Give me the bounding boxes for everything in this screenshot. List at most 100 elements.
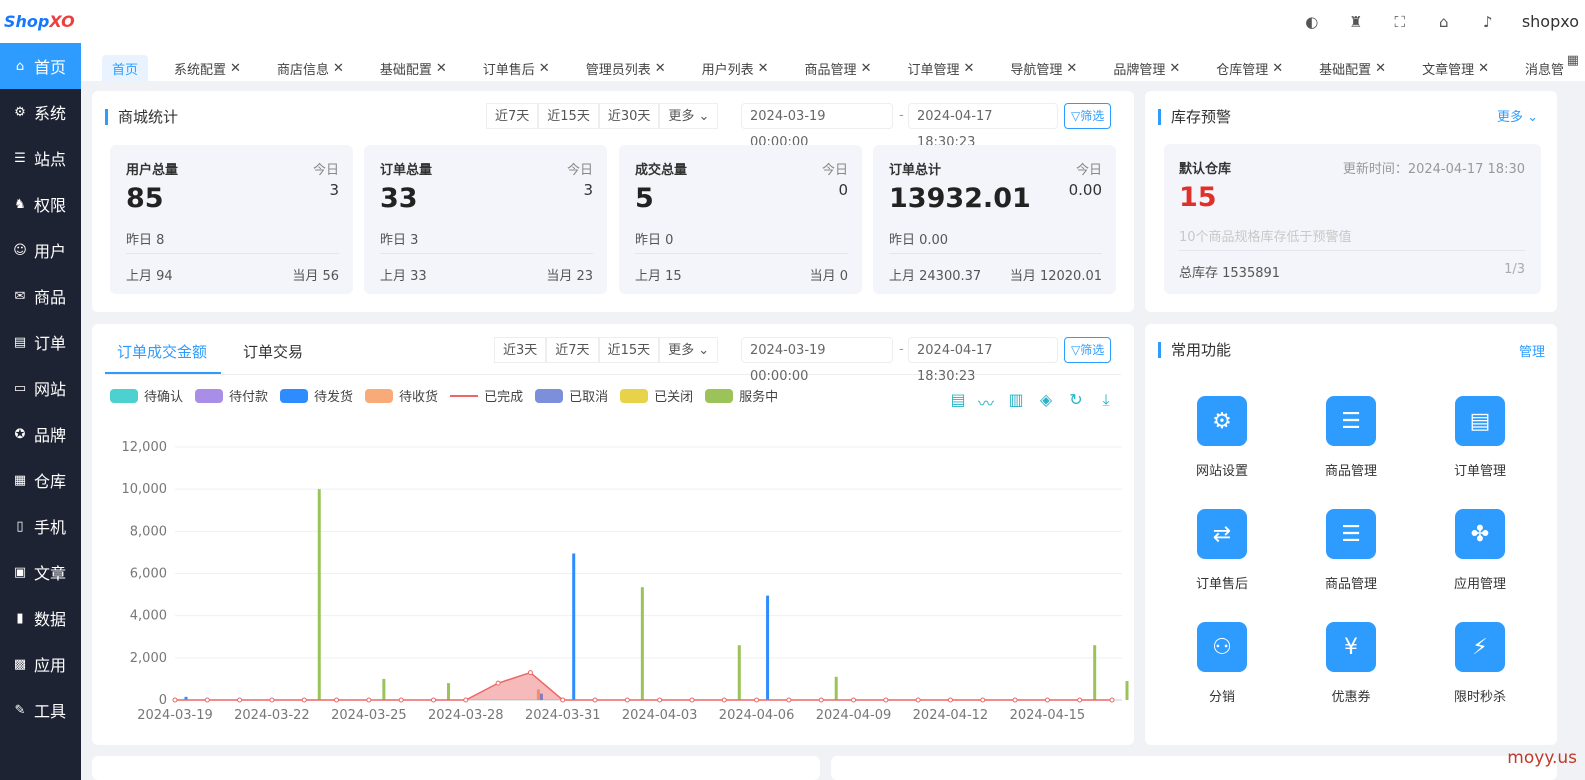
tab-12[interactable]: 基础配置 ✕ [1309, 55, 1396, 81]
func-exchange[interactable]: ⇄ 订单售后 [1172, 509, 1272, 592]
completed-point[interactable] [851, 697, 857, 703]
completed-point[interactable] [624, 697, 630, 703]
logo[interactable]: Shop XO [0, 0, 81, 43]
sidebar-item-9[interactable]: ▦ 仓库 [0, 457, 81, 503]
sidebar-item-1[interactable]: ⚙ 系统 [0, 89, 81, 135]
download-icon[interactable]: ⤓ [1095, 390, 1117, 410]
legend-item[interactable]: 服务中 [705, 386, 778, 405]
bar[interactable] [446, 683, 450, 700]
sidebar-item-11[interactable]: ▣ 文章 [0, 549, 81, 595]
tab-0[interactable]: 首页 [102, 55, 149, 81]
completed-point[interactable] [301, 697, 307, 703]
close-icon[interactable]: ✕ [861, 61, 872, 76]
completed-point[interactable] [172, 697, 178, 703]
func-distribution[interactable]: ⚇ 分销 [1172, 622, 1272, 705]
tab-order-amount[interactable]: 订单成交金额 [117, 341, 207, 362]
close-icon[interactable]: ✕ [1478, 61, 1489, 76]
legend-item[interactable]: 已关闭 [620, 386, 693, 405]
range-7d[interactable]: 近7天 [546, 337, 599, 363]
completed-point[interactable] [689, 697, 695, 703]
range-7d[interactable]: 近7天 [486, 103, 539, 129]
filter-button[interactable]: ▽筛选 [1064, 103, 1112, 129]
palette-icon[interactable]: ◐ [1302, 13, 1322, 31]
chart-filter-button[interactable]: ▽筛选 [1064, 337, 1112, 363]
completed-point[interactable] [398, 697, 404, 703]
tab-6[interactable]: 用户列表 ✕ [692, 55, 779, 81]
chart-start-date-input[interactable]: 2024-03-19 00:00:00 [741, 337, 893, 384]
completed-point[interactable] [495, 680, 501, 686]
fullscreen-icon[interactable]: ⛶ [1390, 13, 1410, 31]
completed-point[interactable] [560, 697, 566, 703]
tab-7[interactable]: 商品管理 ✕ [795, 55, 882, 81]
completed-point[interactable] [947, 697, 953, 703]
completed-point[interactable] [754, 697, 760, 703]
func-order-doc[interactable]: ▤ 订单管理 [1430, 396, 1530, 479]
bar[interactable] [834, 676, 838, 700]
range-3d[interactable]: 近3天 [494, 337, 547, 363]
bar[interactable] [382, 678, 386, 700]
line-icon[interactable]: 〰 [975, 390, 997, 414]
range-more[interactable]: 更多 ⌄ [659, 337, 719, 363]
close-icon[interactable]: ✕ [436, 61, 447, 76]
completed-point[interactable] [334, 697, 340, 703]
sidebar-item-0[interactable]: ⌂ 首页 [0, 43, 81, 89]
completed-point[interactable] [204, 697, 210, 703]
close-icon[interactable]: ✕ [1066, 61, 1077, 76]
bar[interactable] [640, 587, 644, 700]
sidebar-item-10[interactable]: ▯ 手机 [0, 503, 81, 549]
tab-11[interactable]: 仓库管理 ✕ [1206, 55, 1293, 81]
completed-point[interactable] [1077, 697, 1083, 703]
close-icon[interactable]: ✕ [758, 61, 769, 76]
range-30d[interactable]: 近30天 [598, 103, 660, 129]
completed-point[interactable] [980, 697, 986, 703]
bar[interactable] [1125, 681, 1129, 700]
close-icon[interactable]: ✕ [963, 61, 974, 76]
tab-8[interactable]: 订单管理 ✕ [897, 55, 984, 81]
completed-point[interactable] [721, 697, 727, 703]
clear-cache-icon[interactable]: ♜ [1346, 13, 1366, 31]
completed-point[interactable] [786, 697, 792, 703]
sidebar-item-14[interactable]: ✎ 工具 [0, 687, 81, 733]
sidebar-item-7[interactable]: ▭ 网站 [0, 365, 81, 411]
sidebar-item-13[interactable]: ▩ 应用 [0, 641, 81, 687]
tab-1[interactable]: 系统配置 ✕ [164, 55, 251, 81]
sidebar-item-5[interactable]: ✉ 商品 [0, 273, 81, 319]
start-date-input[interactable]: 2024-03-19 00:00:00 [741, 103, 893, 150]
completed-point[interactable] [430, 697, 436, 703]
close-icon[interactable]: ✕ [230, 61, 241, 76]
bar-icon[interactable]: ▥ [1005, 390, 1027, 409]
stack-icon[interactable]: ◈ [1035, 390, 1057, 409]
completed-point[interactable] [366, 697, 372, 703]
func-site-settings[interactable]: ⚙ 网站设置 [1172, 396, 1272, 479]
completed-point[interactable] [818, 697, 824, 703]
manage-link[interactable]: 管理 [1519, 341, 1545, 360]
tab-3[interactable]: 基础配置 ✕ [370, 55, 457, 81]
sidebar-item-12[interactable]: ▮ 数据 [0, 595, 81, 641]
legend-item[interactable]: 已取消 [535, 386, 608, 405]
inventory-more-link[interactable]: 更多 ⌄ [1497, 106, 1538, 125]
close-icon[interactable]: ✕ [1169, 61, 1180, 76]
close-icon[interactable]: ✕ [1375, 61, 1386, 76]
bar[interactable] [317, 489, 321, 700]
completed-point[interactable] [1109, 697, 1115, 703]
completed-point[interactable] [463, 697, 469, 703]
legend-item[interactable]: 待收货 [365, 386, 438, 405]
refresh-icon[interactable]: ↻ [1065, 390, 1087, 409]
legend-item[interactable]: 已完成 [450, 386, 523, 405]
home-icon[interactable]: ⌂ [1434, 13, 1454, 31]
completed-point[interactable] [527, 670, 533, 676]
tab-13[interactable]: 文章管理 ✕ [1412, 55, 1499, 81]
tab-9[interactable]: 导航管理 ✕ [1000, 55, 1087, 81]
func-goods[interactable]: ☰ 商品管理 [1301, 396, 1401, 479]
data-view-icon[interactable]: ▤ [947, 390, 969, 409]
completed-point[interactable] [883, 697, 889, 703]
legend-item[interactable]: 待确认 [110, 386, 183, 405]
func-goods[interactable]: ☰ 商品管理 [1301, 509, 1401, 592]
bar[interactable] [572, 553, 576, 700]
bar[interactable] [1093, 645, 1097, 700]
completed-point[interactable] [592, 697, 598, 703]
sidebar-item-6[interactable]: ▤ 订单 [0, 319, 81, 365]
close-icon[interactable]: ✕ [539, 61, 550, 76]
sidebar-item-2[interactable]: ☰ 站点 [0, 135, 81, 181]
end-date-input[interactable]: 2024-04-17 18:30:23 [908, 103, 1058, 150]
